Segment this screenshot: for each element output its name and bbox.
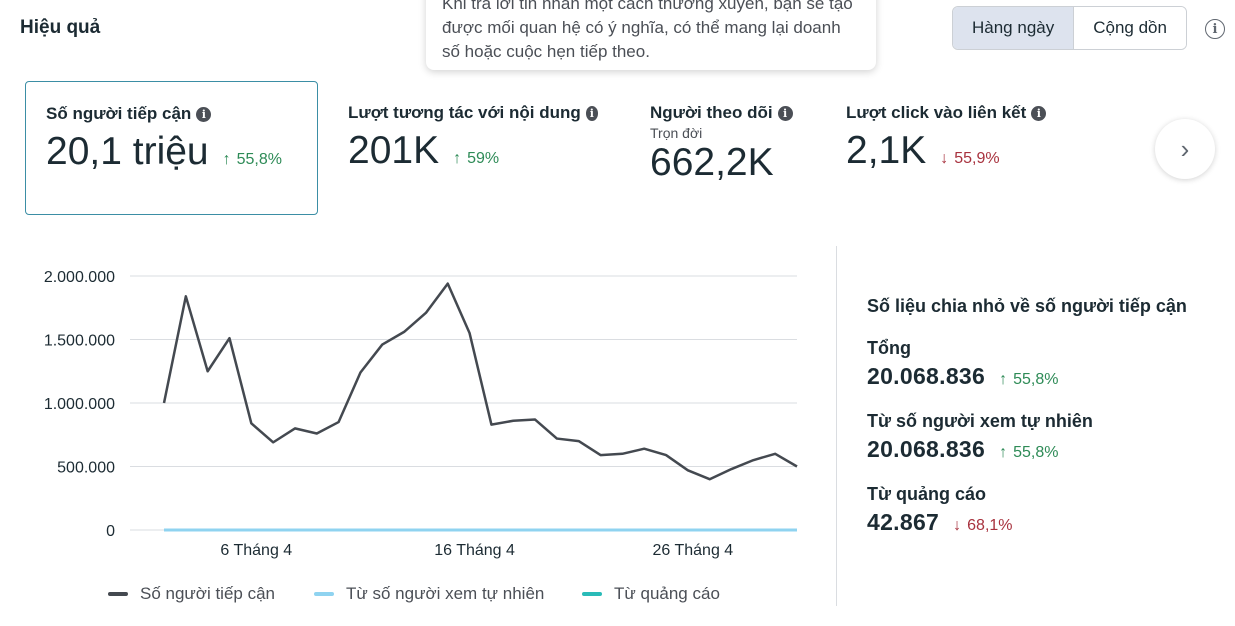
breakdown-item-organic: Từ số người xem tự nhiên 20.068.836 ↑ 55…	[867, 411, 1227, 463]
metric-value: 2,1K	[846, 129, 927, 172]
divider	[836, 246, 837, 606]
metric-card-followers[interactable]: Người theo dõi i Trọn đời 662,2K	[630, 81, 820, 215]
chevron-right-icon[interactable]: ›	[1155, 119, 1215, 179]
y-tick-label: 1.000.000	[44, 396, 115, 413]
y-tick-label: 2.000.000	[44, 269, 115, 286]
toggle-cumulative-button[interactable]: Cộng dồn	[1074, 7, 1186, 49]
change-badge: ↓ 68,1%	[953, 517, 1013, 534]
arrow-down-icon: ↓	[953, 517, 962, 534]
breakdown-label: Từ quảng cáo	[867, 484, 987, 504]
info-icon[interactable]: i	[585, 105, 598, 121]
metric-value: 20,1 triệu	[46, 130, 209, 173]
metric-label: Lượt tương tác với nội dung i	[348, 103, 598, 123]
reach-breakdown: Số liệu chia nhỏ về số người tiếp cận Tổ…	[867, 296, 1227, 536]
info-icon[interactable]: i	[1031, 105, 1047, 121]
metric-label: Số người tiếp cận i	[46, 104, 297, 124]
info-icon[interactable]: i	[777, 105, 793, 121]
breakdown-value: 20.068.836	[867, 363, 986, 389]
change-badge: ↑ 55,8%	[999, 371, 1059, 388]
arrow-up-icon: ↑	[453, 150, 462, 167]
info-icon[interactable]: i	[196, 106, 212, 122]
legend-item-ads[interactable]: Từ quảng cáo	[582, 584, 720, 604]
metric-card-reach[interactable]: Số người tiếp cận i 20,1 triệu ↑ 55,8%	[25, 81, 318, 215]
metric-card-link-clicks[interactable]: Lượt click vào liên kết i 2,1K ↓ 55,9%	[826, 81, 1086, 215]
x-tick-label: 6 Tháng 4	[220, 542, 292, 559]
legend-label: Số người tiếp cận	[140, 584, 275, 603]
metric-sublabel: Trọn đời	[650, 125, 703, 141]
breakdown-title: Số liệu chia nhỏ về số người tiếp cận	[867, 296, 1187, 316]
view-toggle: Hàng ngày Cộng dồn	[952, 6, 1187, 50]
info-icon[interactable]: i	[1205, 19, 1225, 39]
metric-label: Người theo dõi i	[650, 103, 800, 123]
y-tick-label: 1.500.000	[44, 333, 115, 350]
metric-card-engagement[interactable]: Lượt tương tác với nội dung i 201K ↑ 59%	[328, 81, 618, 215]
metric-value: 662,2K	[650, 141, 774, 184]
arrow-up-icon: ↑	[999, 371, 1008, 388]
metric-label: Lượt click vào liên kết i	[846, 103, 1066, 123]
legend-item-organic[interactable]: Từ số người xem tự nhiên	[314, 584, 544, 604]
x-tick-label: 26 Tháng 4	[653, 542, 734, 559]
legend-label: Từ số người xem tự nhiên	[346, 584, 545, 603]
breakdown-item-total: Tổng 20.068.836 ↑ 55,8%	[867, 338, 1227, 390]
legend-item-reach[interactable]: Số người tiếp cận	[108, 584, 275, 604]
breakdown-value: 42.867	[867, 509, 940, 535]
legend-swatch	[582, 592, 602, 596]
arrow-down-icon: ↓	[940, 150, 949, 167]
metric-value: 201K	[348, 129, 440, 172]
legend-label: Từ quảng cáo	[614, 584, 720, 603]
y-tick-label: 500.000	[57, 460, 115, 477]
section-title: Hiệu quả	[20, 17, 101, 38]
arrow-up-icon: ↑	[222, 151, 231, 168]
tooltip: Khi trả lời tin nhắn một cách thường xuy…	[426, 0, 876, 70]
arrow-up-icon: ↑	[999, 444, 1008, 461]
change-badge: ↑ 55,8%	[222, 151, 282, 168]
series-line-0	[162, 282, 798, 481]
y-tick-label: 0	[106, 523, 115, 540]
breakdown-label: Từ số người xem tự nhiên	[867, 411, 1093, 431]
reach-line-chart: 2.000.000 1.500.000 1.000.000 500.000 0 6 Thá…	[44, 269, 798, 559]
toggle-daily-button[interactable]: Hàng ngày	[953, 7, 1075, 49]
breakdown-item-ads: Từ quảng cáo 42.867 ↓ 68,1%	[867, 484, 1227, 536]
legend-swatch	[314, 592, 334, 596]
change-badge: ↑ 59%	[453, 150, 500, 167]
change-badge: ↑ 55,8%	[999, 444, 1059, 461]
x-tick-label: 16 Tháng 4	[434, 542, 515, 559]
breakdown-value: 20.068.836	[867, 436, 986, 462]
change-badge: ↓ 55,9%	[940, 150, 1000, 167]
breakdown-label: Tổng	[867, 338, 911, 358]
legend-swatch	[108, 592, 128, 596]
